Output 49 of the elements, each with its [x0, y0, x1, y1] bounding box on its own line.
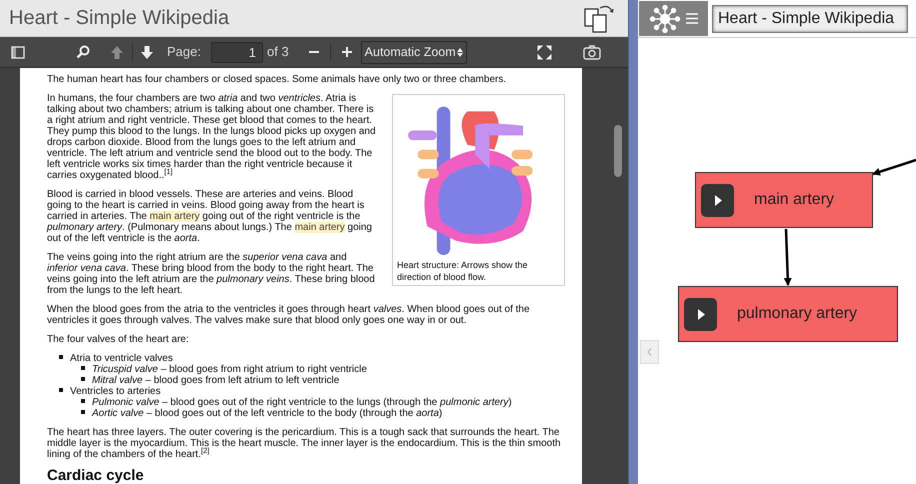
bullet-icon: [59, 388, 63, 392]
page-count: of 3: [266, 43, 289, 62]
page-number-field[interactable]: 1: [210, 42, 263, 62]
bullet-icon: [59, 355, 63, 359]
list-item: Aortic valve – blood goes out of the left ventricle to the body (through the aorta): [92, 408, 442, 419]
bullet-icon: [81, 366, 85, 370]
network-icon: [649, 4, 681, 32]
list-item: Ventricles to arteries: [70, 386, 161, 397]
page-label: Page:: [167, 43, 201, 62]
search-icon[interactable]: [76, 45, 90, 59]
paragraph: The human heart has four chambers or closed spaces. Some animals have only two or three chambers.: [47, 74, 508, 85]
paragraph: When the blood goes from the atria to the ventricles it goes through heart valves. When blood goes out of the ventricles it goes through valves. The valves make sure that blood only goes one way in or out.: [47, 304, 531, 326]
topic-node[interactable]: pulmonary artery: [678, 286, 898, 342]
map-title-field[interactable]: Heart - Simple Wikipedia: [712, 4, 908, 32]
bullet-icon: [81, 377, 85, 381]
camera-icon[interactable]: [582, 44, 601, 60]
play-button-icon[interactable]: [701, 184, 734, 216]
window-title: Heart - Simple Wikipedia: [9, 6, 230, 31]
dropdown-arrows-icon: [456, 48, 463, 56]
map-menu-button[interactable]: [639, 1, 708, 36]
section-heading: Cardiac cycle: [47, 468, 145, 484]
paragraph: The four valves of the heart are:: [47, 334, 190, 345]
bullet-icon: [81, 399, 85, 403]
fullscreen-icon[interactable]: [536, 44, 552, 60]
zoom-select[interactable]: Automatic Zoom: [360, 40, 467, 64]
figure-caption: Heart structure: Arrows show the direction of blood flow.: [396, 259, 529, 283]
paragraph: The heart has three layers. The outer covering is the pericardium. This is a tough sack that surrounds the heart. The middle layer is the myocardium. This is the heart muscle. The inner layer is the endocardium. This is the thin smooth lining of the chambers of the heart.$^{[2]}$: [47, 427, 562, 460]
collapse-handle[interactable]: [640, 340, 659, 364]
list-item: Atria to ventricle valves: [70, 353, 173, 364]
sidebar-toggle-icon[interactable]: [11, 46, 25, 58]
connector-arrow: [784, 228, 792, 286]
menu-icon: [686, 13, 698, 24]
connector-arrow: [872, 158, 916, 176]
paragraph: In humans, the four chambers are two atria and two ventricles. Atria is talking about two chambers; atrium is talking about one chamber. There is a right atrium and right ventricle. These get blood that comes to the heart. They pump this blood to the lungs. In the lungs blood picks up oxygen and drops carbon dioxide. Blood from the lungs goes to the left atrium and ventricle. The left atrium and ventricle send the blood out to the body. The left ventricle works six times harder than the right ventricle because it carries oxygenated blood..$^{[1]}$: [47, 93, 377, 181]
node-label: pulmonary artery: [737, 304, 858, 324]
scrollbar[interactable]: [614, 125, 622, 177]
list-item: Pulmonic valve – blood goes out of the right ventricle to the lungs (through the pulmonic artery): [92, 397, 512, 408]
chevron-left-icon: [647, 348, 652, 356]
paragraph: Blood is carried in blood vessels. These are arteries and veins. Blood going to the heart is carried in veins. Blood going away from the heart is carried in arteries. The main artery going out of the right ventricle is the pulmonary artery. (Pulmonary means about lungs.) The main artery going out of the left ventricle is the aorta.: [47, 189, 373, 244]
list-item: Tricuspid valve – blood goes from right atrium to right ventricle: [92, 364, 367, 375]
zoom-in-icon[interactable]: [340, 46, 353, 58]
list-item: Mitral valve – blood goes from left atrium to left ventricle: [92, 375, 340, 386]
topic-node[interactable]: main artery: [695, 172, 873, 228]
pages-swap-icon[interactable]: [583, 3, 615, 33]
node-label: main artery: [754, 190, 834, 210]
bullet-icon: [81, 410, 85, 414]
play-button-icon[interactable]: [684, 298, 717, 330]
down-arrow-icon[interactable]: [140, 44, 154, 60]
paragraph: The veins going into the right atrium are the superior vena cava and inferior vena cava. These bring blood from the body to the right heart. The veins going into the left atrium are the pulmonary veins. These bring blood from the lungs to the left heart.: [47, 252, 376, 296]
